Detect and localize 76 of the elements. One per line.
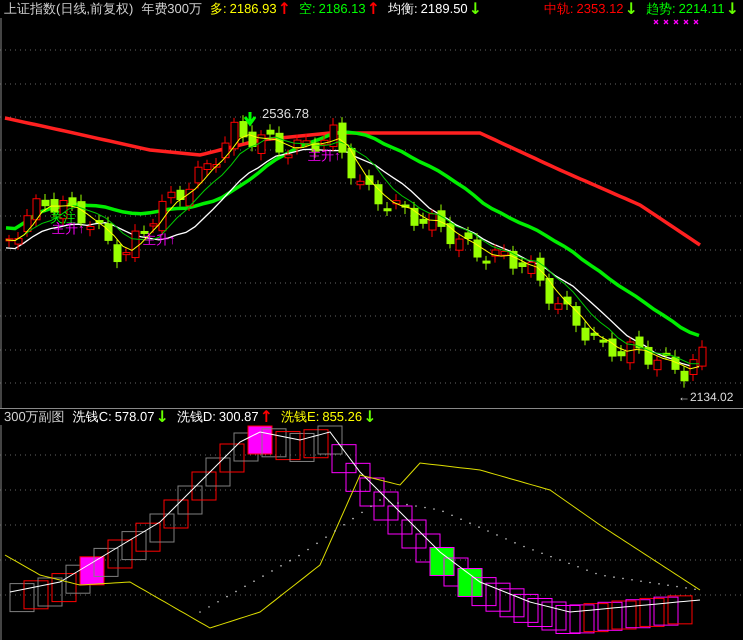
ladder-box [500, 588, 524, 618]
ladder-box [136, 522, 160, 552]
ladder-box [570, 604, 594, 634]
ladder-box [486, 582, 510, 612]
trend-arrow: ↓ [726, 1, 739, 17]
ladder-box [10, 583, 34, 612]
ladder-box [52, 573, 76, 602]
ladder-box [262, 428, 286, 458]
chart-title: 上证指数(日线,前复权) [4, 1, 134, 17]
indicator-value: 2189.50 [420, 1, 468, 17]
ladder-box [248, 426, 272, 454]
subchart-title: 300万副图 [4, 409, 65, 425]
ladder-box [668, 595, 692, 624]
ladder-box [346, 462, 370, 492]
ladder-box [192, 472, 216, 500]
indicator-label: 均衡: [388, 1, 418, 17]
ladder-box [164, 500, 188, 528]
arrow-down-icon [244, 110, 256, 127]
chart-subtitle: 年费300万 [141, 1, 202, 17]
ladder-box [528, 598, 552, 627]
ladder-box [178, 486, 202, 514]
indicator-value: 855.26 [322, 409, 362, 425]
indicator-label: 中轨: [544, 1, 574, 17]
ladder-box [80, 556, 104, 586]
ladder-box [640, 598, 664, 627]
ladder-box [514, 594, 538, 623]
trend-arrow: ↓ [363, 409, 377, 425]
cross-markers-drawing [653, 19, 699, 25]
ladder-box [584, 603, 608, 632]
ladder-box [458, 568, 482, 597]
ladder-box [318, 426, 342, 454]
ladder-box [374, 492, 398, 520]
ladder-box [402, 520, 426, 548]
indicator-value: 578.07 [114, 409, 154, 425]
indicator-label: 空: [299, 1, 316, 17]
ladder-box [598, 602, 622, 631]
indicator-label: 多: [210, 1, 227, 17]
ladder-box [612, 600, 636, 630]
ladder-box [430, 547, 454, 576]
ladder-box [150, 514, 174, 542]
ladder-box [388, 506, 412, 534]
ladder-box [290, 432, 314, 462]
ladder-box [542, 602, 566, 630]
ladder-box [122, 531, 146, 560]
ladder-box [276, 431, 300, 460]
ladder-box [654, 596, 678, 626]
ladder-box [94, 548, 118, 577]
trend-arrow: ↓ [624, 1, 638, 17]
indicator-value: 2186.93 [230, 1, 277, 17]
trend-arrow: ↑ [278, 1, 292, 17]
ladder-box [38, 578, 62, 606]
indicator-value: 300.87 [218, 409, 259, 425]
ladder-box [24, 580, 48, 610]
ladder-box [332, 444, 356, 474]
trend-arrow: ↑ [366, 1, 380, 17]
low-price-label: ←2134.02 [678, 390, 734, 404]
indicator-label: 洗钱D: [176, 409, 216, 425]
signal-annotation: 主升↑ [308, 148, 340, 163]
indicator-value: 2214.11 [678, 1, 725, 17]
ladder-box [360, 478, 384, 506]
trend-arrow: ↑ [260, 409, 274, 425]
ladder-box [556, 605, 580, 634]
indicator-label: 洗钱E: [281, 409, 320, 425]
indicator-value: 2353.12 [576, 1, 624, 17]
trend-arrow: ↓ [468, 1, 482, 17]
trend-arrow: ↓ [155, 409, 169, 425]
high-price-label: 2536.78 [262, 106, 309, 121]
ladder-box [206, 458, 230, 486]
indicator-label: 趋势: [646, 1, 676, 17]
ladder-box [304, 429, 328, 458]
indicator-value: 2186.13 [318, 1, 366, 17]
ladder-box [626, 599, 650, 628]
ladder-box [472, 577, 496, 606]
ladder-box [220, 444, 244, 472]
ladder-box [108, 540, 132, 568]
indicator-label: 洗钱C: [72, 409, 112, 425]
